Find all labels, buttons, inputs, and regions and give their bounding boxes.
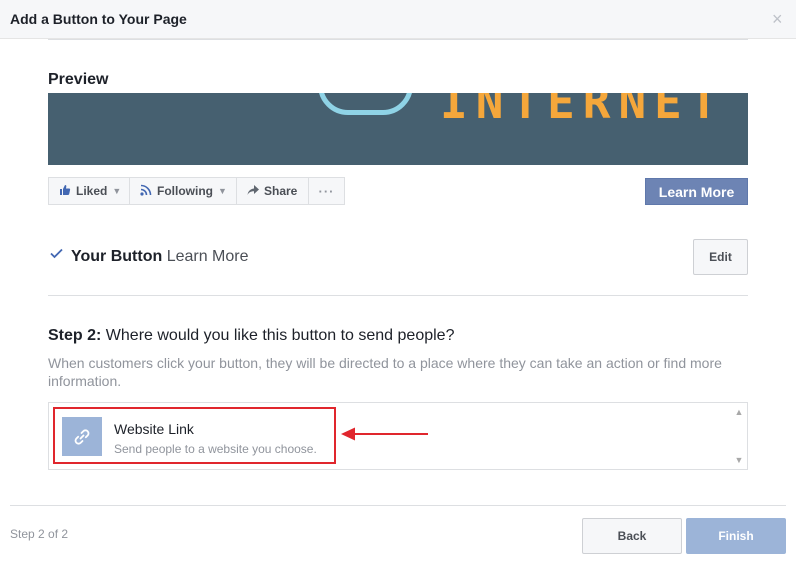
option-title: Website Link [114, 421, 194, 437]
annotation-arrow-icon [341, 427, 428, 441]
option-subtitle: Send people to a website you choose. [114, 442, 317, 456]
following-label: Following [157, 184, 213, 198]
check-icon [50, 246, 63, 262]
dialog-title: Add a Button to Your Page [10, 11, 187, 27]
cover-art-shape [318, 93, 413, 115]
learn-more-preview-button[interactable]: Learn More [645, 178, 748, 205]
step-description: When customers click your button, they w… [48, 355, 722, 389]
your-button-label: Your Button [71, 248, 163, 265]
following-button[interactable]: Following ▼ [130, 177, 237, 205]
step-prefix: Step 2: [48, 327, 102, 344]
edit-button[interactable]: Edit [693, 239, 748, 275]
list-item-website-link[interactable]: Website Link Send people to a website yo… [53, 407, 336, 464]
scroll-down-icon[interactable]: ▼ [734, 455, 744, 465]
share-icon [247, 184, 259, 199]
step-title: Step 2: Where would you like this button… [48, 327, 454, 345]
step-question: Where would you like this button to send… [105, 327, 455, 344]
cover-art-text: INTERNET [440, 93, 726, 129]
close-icon[interactable]: × [772, 9, 786, 29]
preview-label: Preview [48, 71, 109, 88]
thumbs-up-icon [59, 184, 71, 199]
divider [48, 295, 748, 296]
share-label: Share [264, 184, 298, 198]
divider [10, 505, 786, 506]
scrollbar[interactable]: ▲ ▼ [731, 403, 747, 469]
step-counter: Step 2 of 2 [10, 527, 69, 541]
share-button[interactable]: Share [237, 177, 309, 205]
rss-icon [140, 184, 152, 199]
scroll-up-icon[interactable]: ▲ [734, 407, 744, 417]
back-button[interactable]: Back [582, 518, 682, 554]
link-icon [62, 417, 102, 456]
chevron-down-icon: ▼ [112, 186, 122, 196]
finish-button[interactable]: Finish [686, 518, 786, 554]
more-options-button[interactable]: ··· [309, 177, 345, 205]
your-button-value: Learn More [166, 248, 249, 265]
liked-button[interactable]: Liked ▼ [48, 177, 130, 205]
liked-label: Liked [76, 184, 108, 198]
divider [48, 39, 748, 40]
dialog-header: Add a Button to Your Page × [0, 0, 796, 39]
cover-photo: INTERNET [48, 93, 748, 165]
page-action-bar: Liked ▼ Following ▼ Share ··· [48, 177, 345, 205]
chevron-down-icon: ▼ [218, 186, 227, 196]
your-button-summary: Your Button Learn More [71, 248, 249, 266]
